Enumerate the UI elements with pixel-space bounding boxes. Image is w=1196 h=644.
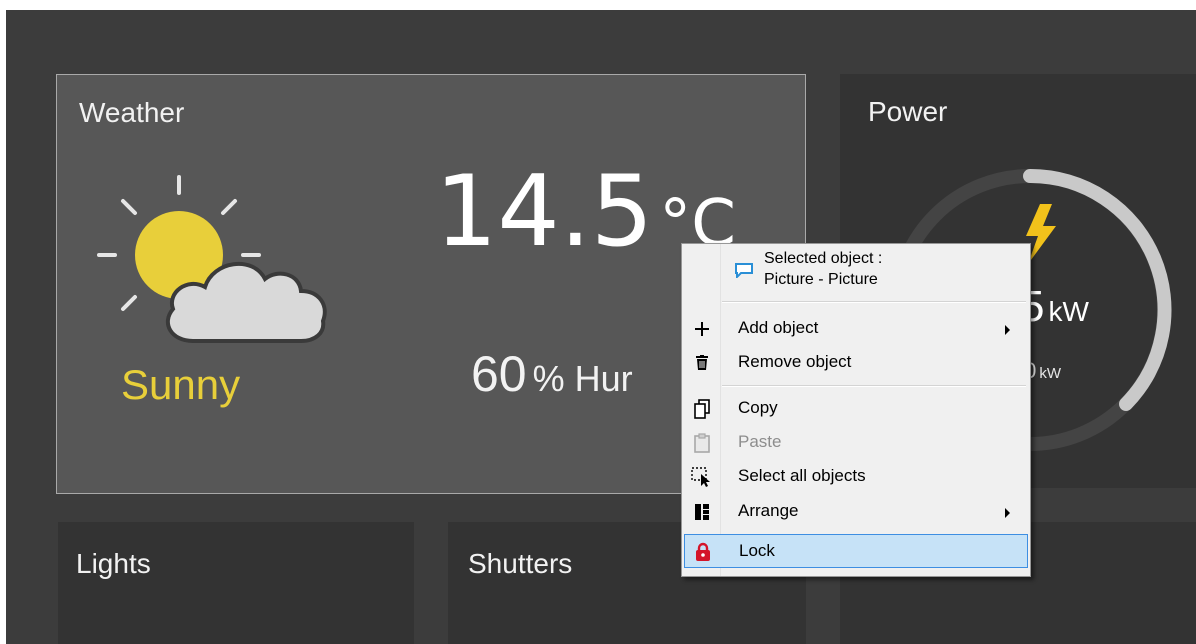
trash-icon <box>690 351 714 375</box>
arrange-icon <box>690 500 714 524</box>
menu-item-label: Paste <box>738 432 782 451</box>
submenu-arrow-icon <box>1005 325 1010 335</box>
weather-title: Weather <box>79 97 185 128</box>
selected-object-label: Selected object : <box>764 250 883 267</box>
power-unit: kW <box>1048 296 1089 327</box>
humidity-label: % Hur <box>532 358 633 399</box>
copy-icon <box>690 397 714 421</box>
menu-item-label: Select all objects <box>738 466 866 485</box>
lock-icon <box>691 540 715 564</box>
menu-item-label: Copy <box>738 398 778 417</box>
selected-object-header: Selected object : Picture - Picture <box>720 248 1020 298</box>
lights-title: Lights <box>76 548 151 579</box>
humidity-value: 60 <box>471 346 527 402</box>
power-title: Power <box>868 96 948 127</box>
menu-separator <box>722 301 1026 303</box>
menu-separator <box>722 385 1026 387</box>
selected-object-name: Picture - Picture <box>764 271 878 288</box>
menu-item-lock[interactable]: Lock <box>684 534 1028 568</box>
humidity-readout: 60% Hur <box>471 345 633 403</box>
weather-condition: Sunny <box>121 361 241 408</box>
menu-item-label: Arrange <box>738 501 799 520</box>
clipboard-icon <box>690 431 714 455</box>
picture-object-icon <box>734 262 754 283</box>
plus-icon <box>690 317 714 341</box>
power-max-unit: kW <box>1039 365 1062 382</box>
temperature-value: 14.5 <box>435 155 654 269</box>
menu-item-label: Remove object <box>738 352 852 371</box>
menu-item-add-object[interactable]: Add object <box>684 312 1028 346</box>
menu-item-remove-object[interactable]: Remove object <box>684 346 1028 380</box>
menu-item-copy[interactable]: Copy <box>684 392 1028 426</box>
sunny-picture[interactable] <box>93 175 363 355</box>
context-menu: Selected object : Picture - Picture Add … <box>681 243 1031 577</box>
sun-cloud-icon <box>97 175 327 343</box>
shutters-title: Shutters <box>468 548 573 579</box>
menu-item-arrange[interactable]: Arrange <box>684 495 1028 529</box>
lights-tile[interactable]: Lights <box>58 522 414 644</box>
menu-item-paste[interactable]: Paste <box>684 426 1028 460</box>
select-all-icon <box>690 465 714 489</box>
submenu-arrow-icon <box>1005 508 1010 518</box>
menu-item-select-all[interactable]: Select all objects <box>684 460 1028 494</box>
menu-item-label: Lock <box>739 541 775 560</box>
menu-item-label: Add object <box>738 318 819 337</box>
